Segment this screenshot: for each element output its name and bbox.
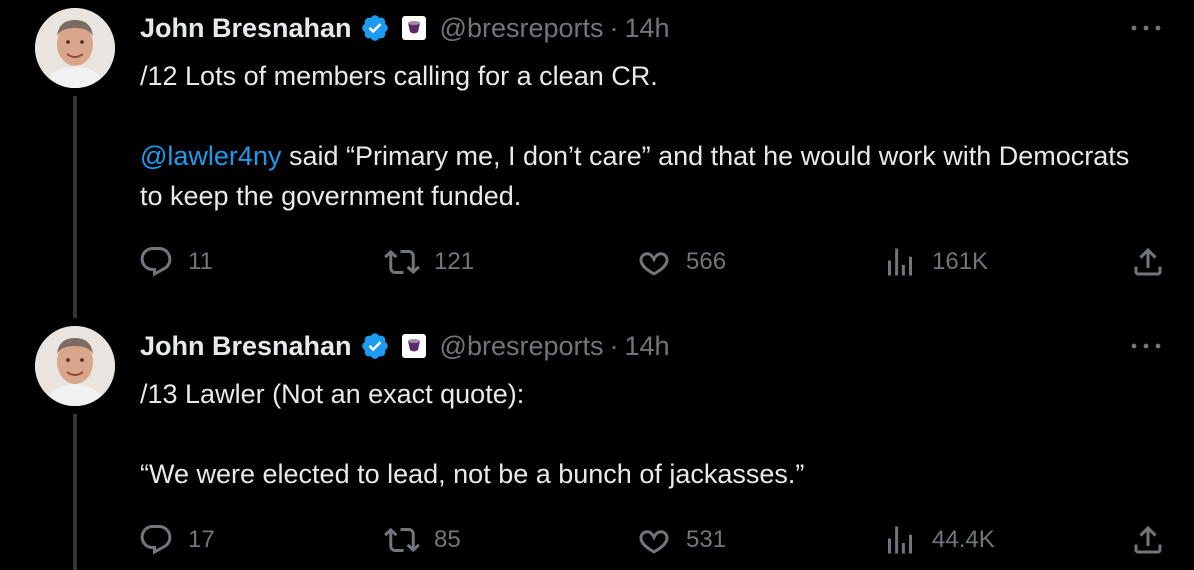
tweet-text-line: /13 Lawler (Not an exact quote): (140, 379, 525, 409)
share-button[interactable] (1130, 242, 1168, 282)
tweet-header: John Bresnahan @bresreports · 14h (140, 328, 670, 364)
verified-badge-icon[interactable] (360, 13, 390, 43)
tweet[interactable]: John Bresnahan @bresreports · 14h /12 Lo… (0, 0, 1194, 318)
mention-link[interactable]: @lawler4ny (140, 141, 281, 171)
repost-count: 85 (434, 526, 461, 553)
repost-button[interactable]: 85 (384, 520, 461, 560)
share-icon (1134, 525, 1162, 554)
tweet-text-line: “We were elected to lead, not be a bunch… (140, 459, 805, 489)
repost-button[interactable]: 121 (384, 242, 474, 282)
share-button[interactable] (1130, 520, 1168, 560)
like-count: 566 (686, 248, 727, 275)
repost-icon (384, 249, 420, 275)
action-bar: 11 121 566 161K (138, 242, 1168, 282)
view-count: 44.4K (932, 526, 995, 553)
tweet-text-continued: said “Primary me, I don’t care” and that… (140, 141, 1130, 211)
timestamp[interactable]: 14h (625, 13, 670, 44)
avatar[interactable] (35, 8, 115, 88)
reply-icon (140, 525, 172, 555)
tweet-text: /12 Lots of members calling for a clean … (140, 56, 1150, 216)
heart-icon (639, 530, 669, 554)
timestamp[interactable]: 14h (625, 331, 670, 362)
analytics-icon (888, 248, 912, 276)
separator-dot: · (609, 330, 619, 361)
tweet[interactable]: John Bresnahan @bresreports · 14h /13 La… (0, 318, 1194, 570)
affiliate-badge-icon[interactable] (401, 16, 426, 40)
affiliate-badge-icon[interactable] (401, 334, 426, 358)
reply-count: 17 (188, 526, 215, 553)
tweet-text: /13 Lawler (Not an exact quote): “We wer… (140, 374, 1150, 494)
like-count: 531 (686, 526, 727, 553)
thread-connector (73, 96, 77, 318)
like-button[interactable]: 531 (636, 520, 726, 560)
avatar[interactable] (35, 326, 115, 406)
analytics-icon (888, 526, 912, 554)
views-button[interactable]: 161K (882, 242, 988, 282)
views-button[interactable]: 44.4K (882, 520, 995, 560)
reply-icon (140, 247, 172, 277)
share-icon (1134, 247, 1162, 276)
reply-button[interactable]: 17 (138, 520, 215, 560)
repost-count: 121 (434, 248, 475, 275)
more-options-icon[interactable] (1128, 18, 1164, 38)
author-name[interactable]: John Bresnahan (140, 13, 352, 44)
author-name[interactable]: John Bresnahan (140, 331, 352, 362)
verified-badge-icon[interactable] (360, 331, 390, 361)
repost-icon (384, 527, 420, 553)
author-handle[interactable]: @bresreports (440, 331, 604, 362)
tweet-text-paragraph: @lawler4ny said “Primary me, I don’t car… (140, 136, 1150, 216)
reply-count: 11 (188, 248, 213, 275)
author-handle[interactable]: @bresreports (440, 13, 604, 44)
heart-icon (639, 252, 669, 276)
tweet-header: John Bresnahan @bresreports · 14h (140, 10, 670, 46)
more-options-icon[interactable] (1128, 336, 1164, 356)
action-bar: 17 85 531 44.4K (138, 520, 1168, 560)
tweet-text-line: /12 Lots of members calling for a clean … (140, 61, 658, 91)
view-count: 161K (932, 248, 989, 275)
separator-dot: · (609, 12, 619, 43)
reply-button[interactable]: 11 (138, 242, 213, 282)
like-button[interactable]: 566 (636, 242, 726, 282)
thread-connector (73, 414, 77, 570)
